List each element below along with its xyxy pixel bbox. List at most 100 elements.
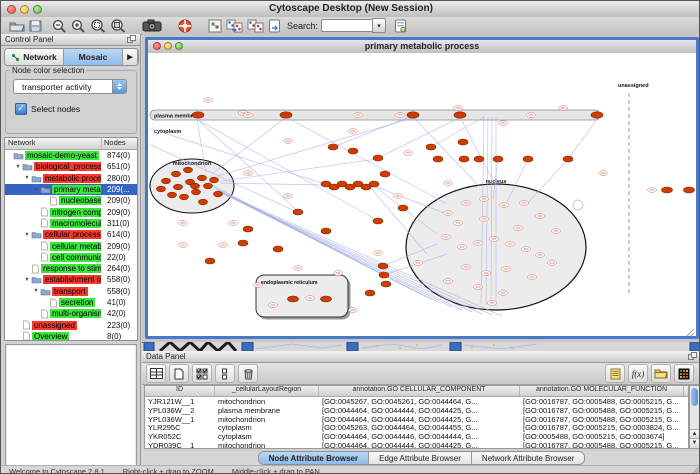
network-frame-titlebar[interactable]: primary metabolic process: [148, 40, 696, 54]
cytoplasm-node[interactable]: [398, 205, 408, 211]
mitochondrion-node[interactable]: [168, 192, 177, 198]
tree-row[interactable]: ▼biological_process651(0): [5, 161, 137, 172]
cytoplasm-node[interactable]: [373, 218, 383, 224]
cytoplasm-node[interactable]: [369, 181, 379, 187]
attribute-notes-icon[interactable]: [605, 364, 625, 383]
frame-resize-grip[interactable]: [690, 333, 694, 336]
tree-row[interactable]: multi-organism pro42(0): [5, 308, 137, 319]
tab-network-attribute-browser[interactable]: Network Attribute Browser: [472, 452, 584, 464]
network-canvas[interactable]: plasma membranecytoplasmmitochondrionnuc…: [148, 53, 696, 336]
zoom-selected-icon[interactable]: [90, 18, 106, 33]
tree-row[interactable]: secretion41(0): [5, 297, 137, 308]
expand-triangle-icon[interactable]: ▼: [23, 232, 31, 238]
mitochondrion-node[interactable]: [191, 183, 200, 189]
cytoplasm-node[interactable]: [433, 156, 443, 162]
select-nodes-checkbox[interactable]: ✓: [15, 103, 27, 115]
import-network-icon[interactable]: [268, 18, 281, 33]
table-column-header[interactable]: annotation.GO CELLULAR_COMPONENT: [319, 386, 520, 396]
membrane-node[interactable]: [280, 112, 292, 118]
import-attributes-icon[interactable]: [651, 364, 671, 383]
table-column-header[interactable]: ID: [145, 386, 215, 396]
expand-triangle-icon[interactable]: ▼: [23, 277, 31, 283]
tab-scroll-right-icon[interactable]: ▶: [123, 49, 138, 65]
delete-attribute-icon[interactable]: [238, 364, 258, 383]
mitochondrion-node[interactable]: [172, 171, 181, 177]
cytoplasm-node[interactable]: [493, 156, 503, 162]
unassigned-node[interactable]: [684, 187, 695, 193]
membrane-node[interactable]: [407, 112, 419, 118]
expand-triangle-icon[interactable]: ▼: [32, 187, 40, 193]
er-node[interactable]: [321, 296, 332, 302]
tree-row[interactable]: ▼establishment of lo558(0): [5, 274, 137, 285]
cytoplasm-node[interactable]: [563, 156, 573, 162]
zoom-fit-icon[interactable]: [110, 18, 126, 33]
cytoplasm-node[interactable]: [378, 263, 388, 269]
table-row[interactable]: YPL036W__1mitochondrion[GO:0044464, GO:0…: [145, 415, 688, 424]
cytoplasm-node[interactable]: [373, 155, 383, 161]
formula-builder-icon[interactable]: f(x): [628, 364, 648, 383]
cytoplasm-node[interactable]: [523, 156, 533, 162]
tree-row[interactable]: cellular metabo209(0): [5, 240, 137, 251]
cytoplasm-node[interactable]: [379, 272, 389, 278]
mitochondrion-node[interactable]: [174, 184, 183, 190]
cytoplasm-node[interactable]: [365, 290, 375, 296]
tree-row[interactable]: ▼primary metabo209(...: [5, 184, 137, 195]
search-input[interactable]: [321, 19, 372, 32]
table-row[interactable]: YKR052Ccytoplasm[GO:0044464, GO:0044446,…: [145, 432, 688, 441]
mitochondrion-node[interactable]: [157, 186, 166, 192]
scrollbar-thumb[interactable]: [691, 388, 698, 406]
cytoplasm-node[interactable]: [426, 144, 436, 150]
tree-col-nodes[interactable]: Nodes: [102, 138, 137, 149]
tree-row[interactable]: Overview8(0): [5, 331, 137, 341]
attribute-table-header[interactable]: ID_cellularLayoutRegionannotation.GO CEL…: [145, 386, 688, 397]
attribute-batch-icon[interactable]: [394, 18, 407, 33]
open-session-icon[interactable]: [9, 18, 25, 33]
unassigned-node[interactable]: [662, 187, 673, 193]
er-node[interactable]: [288, 296, 299, 302]
cytoplasm-node[interactable]: [293, 209, 303, 215]
network-overview-icon[interactable]: [208, 18, 222, 33]
tab-network[interactable]: Network: [5, 49, 64, 65]
tree-row[interactable]: ▼transport558(0): [5, 286, 137, 297]
tree-row[interactable]: unassigned223(0): [5, 319, 137, 330]
scroll-down-icon[interactable]: ▼: [690, 438, 699, 448]
zoom-out-icon[interactable]: [52, 18, 67, 33]
cytoplasm-node[interactable]: [273, 246, 283, 252]
cytoplasm-node[interactable]: [474, 156, 484, 162]
mitochondrion-node[interactable]: [214, 191, 223, 197]
mitochondrion-node[interactable]: [210, 177, 219, 183]
unselect-attributes-icon[interactable]: [215, 364, 235, 383]
tree-row[interactable]: ▼cellular process614(0): [5, 229, 137, 240]
birdseye-view[interactable]: [5, 344, 137, 474]
attribute-table-icon[interactable]: [146, 364, 166, 383]
expand-triangle-icon[interactable]: ▼: [32, 288, 40, 294]
cytoplasm-node[interactable]: [459, 156, 469, 162]
help-icon[interactable]: [178, 18, 192, 33]
expand-triangle-icon[interactable]: ▼: [23, 175, 31, 181]
membrane-node[interactable]: [192, 112, 204, 118]
duplicate-network-icon[interactable]: [226, 18, 243, 33]
tree-row[interactable]: cell communicat22(0): [5, 252, 137, 263]
search-dropdown-icon[interactable]: ▾: [372, 18, 386, 33]
mitochondrion-node[interactable]: [180, 194, 189, 200]
table-column-header[interactable]: _cellularLayoutRegion: [215, 386, 319, 396]
table-column-header[interactable]: annotation.GO MOLECULAR_FUNCTION: [520, 386, 684, 396]
expand-triangle-icon[interactable]: ▼: [14, 164, 22, 170]
table-row[interactable]: YDR039C__1mitochondrion[GO:0044464, GO:0…: [145, 441, 688, 449]
tree-row[interactable]: macromolecule311(0): [5, 218, 137, 229]
tree-row[interactable]: response to stimulu264(0): [5, 263, 137, 274]
save-session-icon[interactable]: [29, 18, 42, 33]
select-attributes-icon[interactable]: [192, 364, 212, 383]
float-data-panel-icon[interactable]: [688, 352, 697, 362]
network-frame[interactable]: primary metabolic process plasma membran…: [145, 37, 699, 339]
tree-row[interactable]: nitrogen compo209(0): [5, 206, 137, 217]
cytoplasm-node[interactable]: [380, 171, 390, 177]
frame-resize-grip[interactable]: [686, 329, 694, 336]
cytoplasm-node[interactable]: [321, 228, 331, 234]
tab-node-attribute-browser[interactable]: Node Attribute Browser: [259, 452, 370, 464]
tree-col-network[interactable]: Network: [5, 138, 102, 149]
mitochondrion-node[interactable]: [204, 183, 213, 189]
tree-row[interactable]: mosaic-demo-yeast874(0): [5, 150, 137, 161]
mitochondrion-node[interactable]: [192, 189, 201, 195]
float-panel-icon[interactable]: [127, 35, 136, 45]
